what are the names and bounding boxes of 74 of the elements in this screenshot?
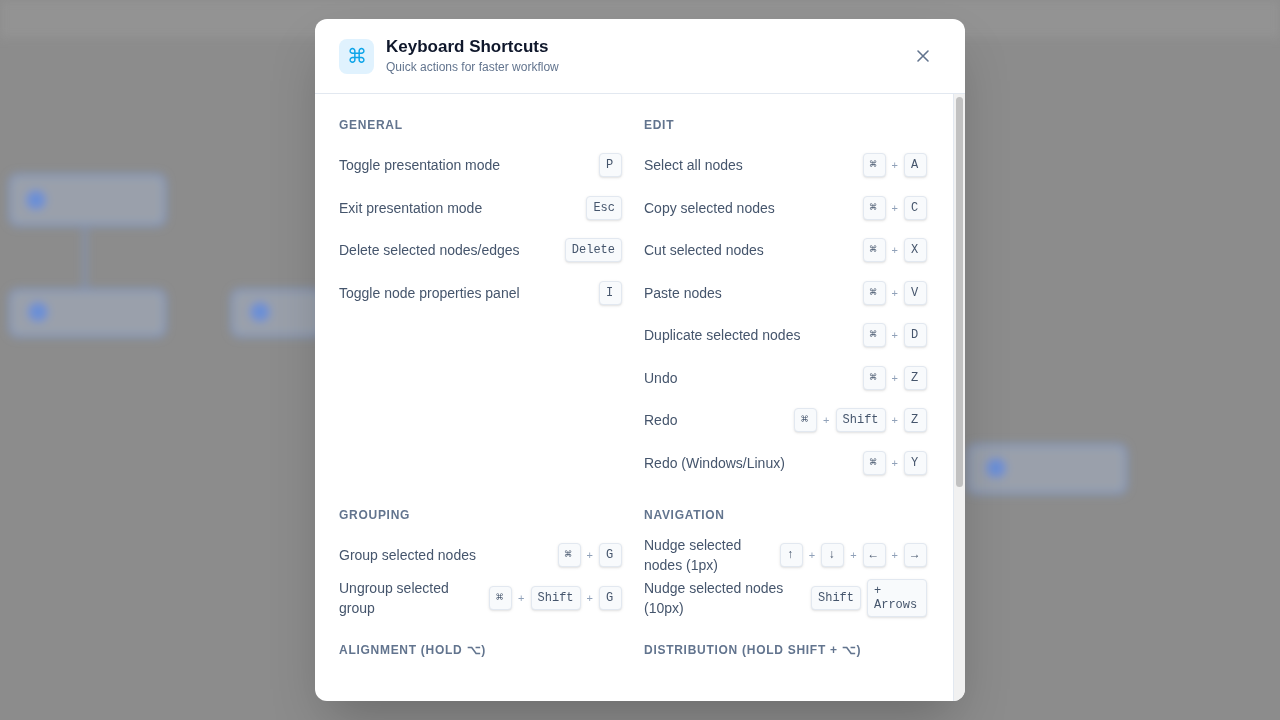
key-cap: ⌘ [862, 365, 886, 390]
close-icon [915, 48, 931, 64]
key-cap: P [599, 153, 622, 178]
plus-sign: + [850, 548, 857, 563]
shortcut-label: Exit presentation mode [339, 198, 483, 218]
key-cap: + Arrows [867, 578, 927, 617]
plus-sign: + [586, 590, 593, 606]
key-cap: Delete [564, 238, 622, 263]
key-cap: C [904, 195, 927, 220]
shortcut-label: Paste nodes [644, 283, 722, 303]
section-heading: ALIGNMENT (HOLD ⌥) [339, 642, 486, 659]
shortcut-label: Undo [644, 368, 678, 388]
scrollbar-thumb[interactable] [956, 97, 963, 487]
section-heading: GROUPING [339, 507, 411, 524]
key-cap: ⌘ [794, 408, 818, 433]
key-cap: D [904, 323, 927, 348]
shortcut-label: Delete selected nodes/edges [339, 241, 520, 261]
key-cap: ⌘ [862, 238, 886, 263]
key-cap: Y [904, 450, 927, 475]
key-cap: ⌘ [489, 585, 513, 610]
key-cap: ⌘ [862, 195, 886, 220]
key-cap: X [904, 238, 927, 263]
plus-sign: + [808, 548, 816, 563]
key-cap: Shift [530, 585, 581, 610]
plus-sign: + [586, 548, 593, 563]
shortcut-label: Toggle node properties panel [339, 283, 520, 303]
key-cap: G [599, 585, 622, 610]
key-cap: Esc [586, 195, 622, 220]
key-cap: ← [862, 543, 886, 568]
shortcut-label: Redo (Windows/Linux) [644, 453, 785, 473]
plus-sign: + [518, 590, 525, 606]
shortcut-label: Redo [644, 411, 678, 431]
shortcut-label: Nudge selected nodes (1px) [644, 536, 743, 576]
key-cap: ↑ [779, 543, 803, 568]
plus-sign: + [891, 158, 898, 173]
command-icon: ⌘ [339, 38, 374, 74]
section-heading: GENERAL [339, 117, 403, 134]
key-cap: ⌘ [862, 323, 886, 348]
plus-sign: + [891, 455, 898, 471]
plus-sign: + [823, 413, 830, 428]
shortcut-label: Cut selected nodes [644, 241, 764, 261]
dialog-title: Keyboard Shortcuts [386, 36, 549, 58]
shortcut-label: Select all nodes [644, 156, 743, 176]
key-cap: ⌘ [862, 280, 886, 305]
plus-sign: + [891, 285, 898, 301]
key-cap: Z [904, 365, 927, 390]
section-heading: NAVIGATION [644, 507, 725, 524]
key-cap: Shift [811, 585, 861, 610]
plus-sign: + [891, 413, 898, 428]
key-cap: Z [904, 408, 927, 433]
key-cap: ⌘ [557, 543, 581, 568]
key-cap: ↓ [821, 543, 845, 568]
shortcut-label: Copy selected nodes [644, 198, 775, 218]
shortcut-label: Duplicate selected nodes [644, 326, 801, 346]
plus-sign: + [891, 548, 898, 563]
dialog-subtitle: Quick actions for faster workflow [386, 59, 559, 76]
key-cap: Shift [835, 408, 886, 433]
key-cap: V [904, 280, 927, 305]
shortcut-label: Ungroup selected group [339, 578, 450, 618]
key-cap: ⌘ [862, 450, 886, 475]
key-cap: A [904, 153, 927, 178]
key-cap: → [904, 543, 927, 568]
key-cap: ⌘ [862, 153, 886, 178]
section-heading: DISTRIBUTION (HOLD SHIFT + ⌥) [644, 642, 862, 659]
key-cap: G [599, 543, 622, 568]
shortcut-label: Nudge selected nodes (10px) [644, 578, 785, 618]
plus-sign: + [891, 328, 898, 343]
shortcut-label: Toggle presentation mode [339, 156, 501, 176]
section-heading: EDIT [644, 117, 675, 134]
plus-sign: + [891, 200, 898, 216]
key-cap: I [599, 280, 622, 305]
plus-sign: + [891, 243, 898, 258]
shortcut-label: Group selected nodes [339, 546, 476, 566]
plus-sign: + [891, 370, 898, 386]
